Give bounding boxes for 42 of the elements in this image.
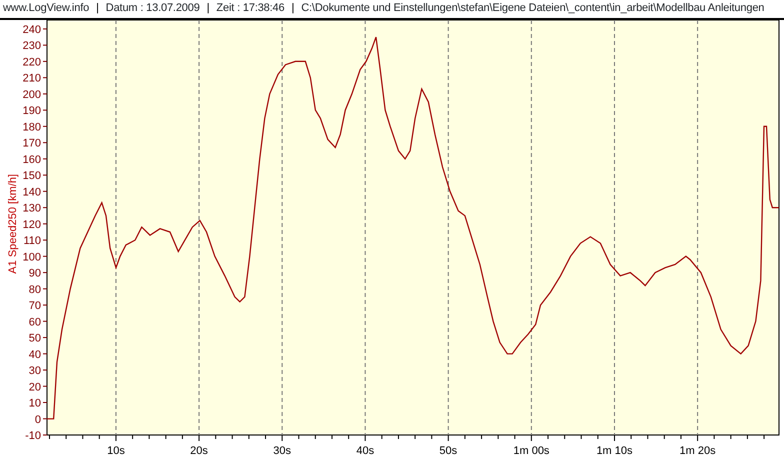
y-tick-label: 150 xyxy=(22,170,41,182)
y-tick-label: 30 xyxy=(28,365,41,378)
separator-text: | xyxy=(96,1,99,16)
y-tick-label: 20 xyxy=(28,381,41,394)
x-tick-label: 20s xyxy=(190,445,208,457)
separator-text: | xyxy=(292,1,294,16)
y-tick-label: 10 xyxy=(28,398,41,410)
separator-text: | xyxy=(206,1,210,16)
y-tick-label: 240 xyxy=(22,24,41,36)
y-tick-label: 210 xyxy=(22,72,41,85)
y-tick-label: 140 xyxy=(22,186,41,198)
y-tick-label: 0 xyxy=(34,414,41,426)
y-tick-label: 180 xyxy=(22,121,41,134)
y-tick-label: 160 xyxy=(22,154,41,166)
y-tick-label: 90 xyxy=(28,268,41,280)
y-tick-label: 70 xyxy=(28,300,41,312)
y-tick-label: 50 xyxy=(28,332,41,345)
y-tick-label: 40 xyxy=(28,348,41,361)
y-tick-label: 100 xyxy=(22,251,41,264)
x-tick-label: 40s xyxy=(356,445,374,457)
x-tick-label: 1m 10s xyxy=(596,445,633,457)
x-tick-label: 30s xyxy=(273,445,291,457)
y-tick-label: 130 xyxy=(22,202,41,215)
x-tick-label: 50s xyxy=(439,445,458,457)
y-tick-label: -10 xyxy=(25,430,41,442)
y-tick-label: 170 xyxy=(22,138,41,150)
y-tick-label: 200 xyxy=(22,88,41,101)
date-text: Datum : 13.07.2009 xyxy=(106,1,200,16)
y-tick-label: 230 xyxy=(22,40,41,52)
y-axis-title: A1 Speed250 [km/h] xyxy=(7,174,19,274)
time-text: Zeit : 17:38:46 xyxy=(216,1,284,16)
y-tick-label: 190 xyxy=(22,105,41,118)
x-tick-label: 1m 20s xyxy=(680,445,716,457)
x-tick-label: 10s xyxy=(107,445,125,457)
file-path-text: C:\Dokumente und Einstellungen\stefan\Eigene Dateien\_content\in_arbeit\Modellbau Anleitungen xyxy=(301,1,764,16)
y-tick-label: 120 xyxy=(22,218,41,231)
y-tick-label: 60 xyxy=(28,316,41,328)
x-tick-label: 1m 00s xyxy=(513,445,550,457)
y-tick-label: 80 xyxy=(28,284,41,296)
y-tick-label: 110 xyxy=(23,235,41,248)
y-tick-label: 220 xyxy=(22,56,41,68)
website-text: www.LogView.info xyxy=(3,1,90,16)
